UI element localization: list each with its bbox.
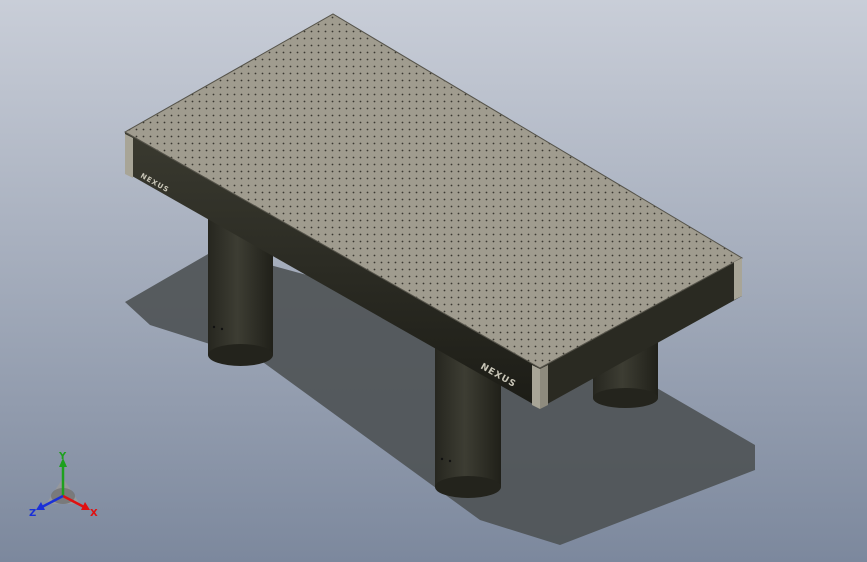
edge-trim-side-right <box>734 258 742 300</box>
graphics-viewport[interactable]: NEXUS NEXUS Y X Z <box>0 0 867 562</box>
z-axis-label: Z <box>29 508 36 519</box>
model-scene[interactable]: NEXUS NEXUS Y X Z <box>0 0 867 562</box>
edge-trim-front-right <box>532 365 540 409</box>
y-axis-label: Y <box>58 451 67 462</box>
edge-trim-front-left <box>125 134 133 178</box>
x-axis-label: X <box>90 508 98 519</box>
edge-trim-side-left <box>540 365 548 409</box>
